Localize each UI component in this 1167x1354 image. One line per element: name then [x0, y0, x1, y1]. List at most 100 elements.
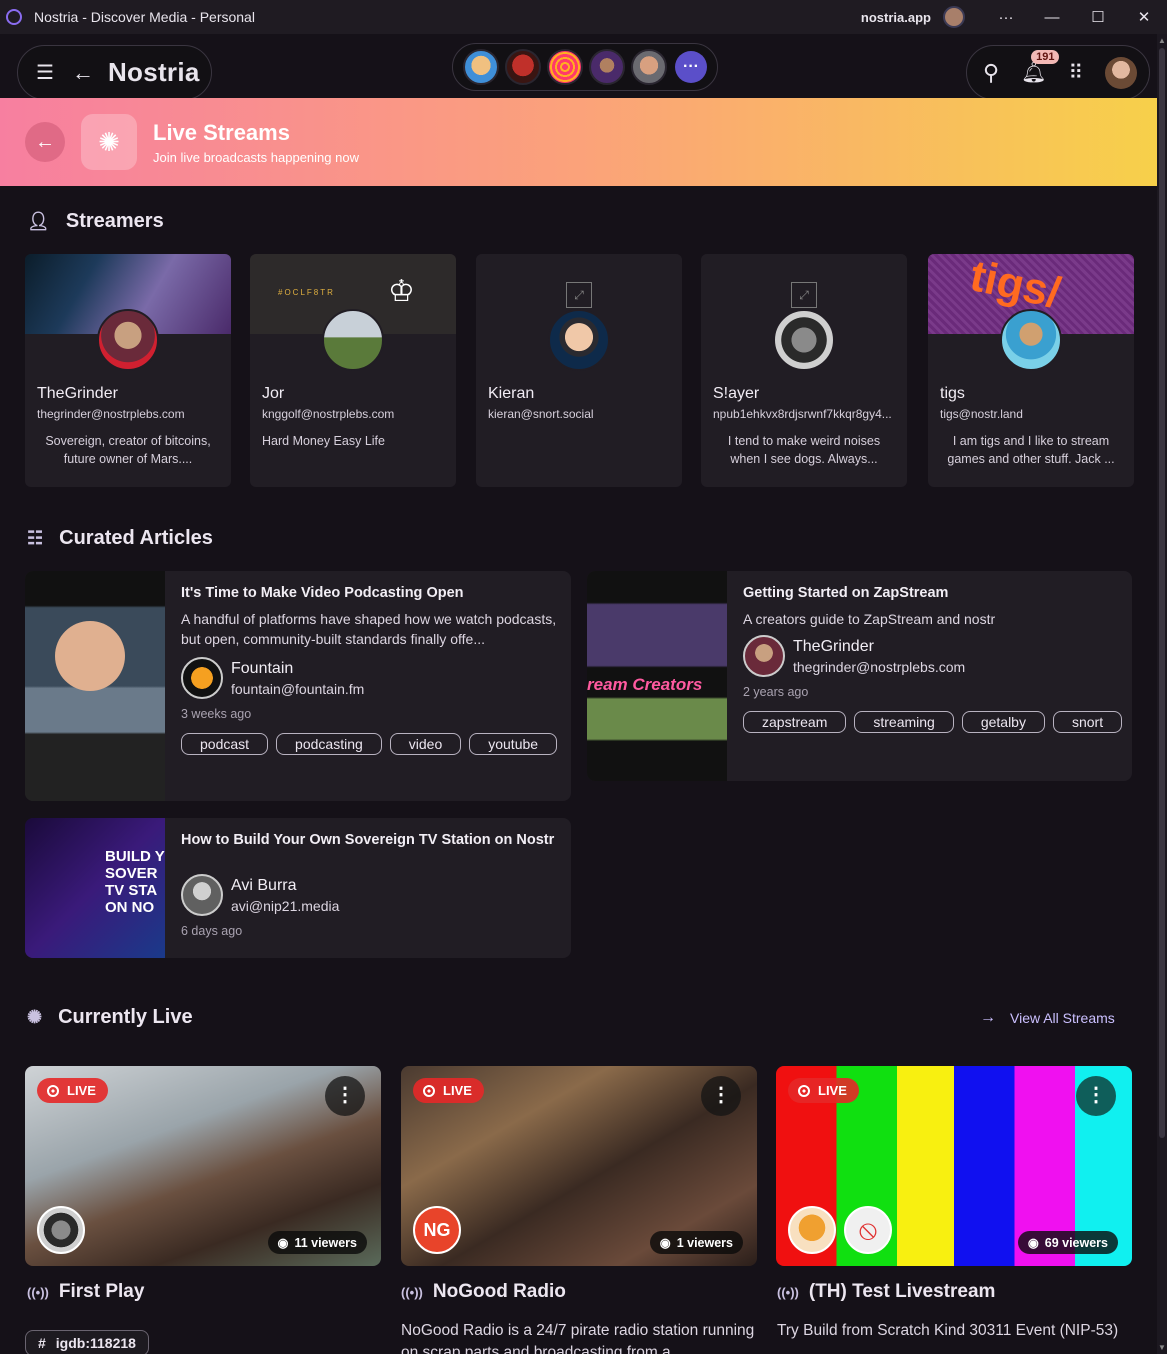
stream-title-label: First Play: [58, 1281, 145, 1302]
tag-chip[interactable]: getalby: [961, 711, 1045, 733]
favorite-user-avatar[interactable]: [547, 49, 583, 85]
streamer-card[interactable]: ⤢ Kieran kieran@snort.social: [476, 254, 682, 487]
currently-live-heading: ✺ Currently Live: [27, 1006, 193, 1029]
article-card[interactable]: It's Time to Make Video Podcasting Open …: [25, 571, 571, 801]
scroll-up-icon[interactable]: ▲: [1158, 36, 1166, 45]
viewer-count: ◉ 69 viewers: [1017, 1231, 1118, 1254]
tag-chip[interactable]: snort: [1052, 711, 1123, 733]
menu-icon[interactable]: ☰: [36, 60, 54, 85]
stream-title[interactable]: ((•)) (TH) Test Livestream: [777, 1281, 995, 1303]
streamer-avatar: [548, 309, 610, 371]
window-title: Nostria - Discover Media - Personal: [34, 9, 255, 25]
broadcast-icon: ((•)): [777, 1284, 799, 1300]
streamer-card[interactable]: ⤢ S!ayer npub1ehkvx8rdjsrwnf7kkqr8gy4...…: [701, 254, 907, 487]
live-stream-card[interactable]: LIVE ⋮ ◉ 11 viewers: [25, 1066, 381, 1266]
person-icon: 👤︎: [27, 211, 50, 231]
more-users-button[interactable]: ···: [675, 51, 707, 83]
article-title[interactable]: How to Build Your Own Sovereign TV Stati…: [181, 832, 557, 848]
host-logo-text: NG: [423, 1219, 451, 1240]
tag-chip[interactable]: video: [389, 733, 462, 755]
eye-icon: ◉: [277, 1236, 289, 1250]
live-dot-icon: [47, 1084, 59, 1097]
viewer-count-label: 11 viewers: [294, 1235, 357, 1250]
streamer-card[interactable]: TheGrinder thegrinder@nostrplebs.com Sov…: [25, 254, 231, 487]
live-badge-label: LIVE: [818, 1083, 847, 1098]
host-avatar[interactable]: NG: [413, 1206, 461, 1254]
author-name: Avi Burra: [231, 876, 297, 894]
streamer-card[interactable]: tigs/ tigs tigs@nostr.land I am tigs and…: [928, 254, 1134, 487]
view-all-streams-link[interactable]: → View All Streams: [980, 1009, 1115, 1027]
article-author[interactable]: Avi Burra avi@nip21.media: [181, 874, 557, 916]
window-titlebar: Nostria - Discover Media - Personal nost…: [0, 0, 1167, 34]
stream-title-label: (TH) Test Livestream: [808, 1281, 996, 1302]
tag-chip[interactable]: streaming: [854, 711, 954, 733]
stream-title[interactable]: ((•)) First Play: [27, 1281, 144, 1303]
author-nip05: thegrinder@nostrplebs.com: [793, 658, 966, 675]
article-title[interactable]: Getting Started on ZapStream: [743, 585, 1118, 601]
article-icon: ☷: [27, 528, 44, 548]
streamer-about: Hard Money Easy Life: [262, 434, 385, 448]
streamer-name: Jor: [262, 385, 285, 402]
crown-icon: ♔: [388, 275, 415, 308]
more-options-button[interactable]: ⋮: [325, 1076, 365, 1116]
hashtag-chip[interactable]: # igdb:118218: [25, 1330, 149, 1354]
site-domain[interactable]: nostria.app: [861, 10, 931, 25]
streamer-nip05: thegrinder@nostrplebs.com: [37, 407, 185, 421]
brand-title[interactable]: Nostria: [108, 57, 200, 88]
streamer-avatar: [1000, 309, 1062, 371]
viewer-count-label: 1 viewers: [676, 1235, 733, 1250]
more-options-icon[interactable]: ···: [983, 9, 1029, 26]
stream-title[interactable]: ((•)) NoGood Radio: [401, 1281, 566, 1303]
tag-chip[interactable]: podcasting: [276, 733, 382, 755]
article-title[interactable]: It's Time to Make Video Podcasting Open: [181, 585, 557, 601]
eye-icon: ◉: [1027, 1236, 1039, 1250]
author-nip05: avi@nip21.media: [231, 897, 340, 914]
live-dot-icon: [423, 1084, 435, 1097]
scroll-down-icon[interactable]: ▼: [1158, 1343, 1166, 1352]
live-badge-label: LIVE: [443, 1083, 472, 1098]
no-entry-icon[interactable]: ⦸: [844, 1206, 892, 1254]
search-icon[interactable]: ⚲: [983, 60, 999, 86]
broken-image-icon: ⤢: [566, 282, 592, 308]
live-stream-card[interactable]: LIVE ⋮ NG ◉ 1 viewers: [401, 1066, 757, 1266]
back-arrow-icon[interactable]: ←: [72, 60, 94, 86]
scrollbar-thumb[interactable]: [1159, 48, 1165, 1138]
article-description: A creators guide to ZapStream and nostr: [743, 611, 996, 627]
streamer-nip05: knggolf@nostrplebs.com: [262, 407, 395, 421]
banner-text: #OCLF8TR: [278, 288, 335, 297]
article-author[interactable]: Fountain fountain@fountain.fm: [181, 657, 557, 699]
apps-grid-icon[interactable]: ⠿: [1069, 60, 1084, 85]
page-scrollbar[interactable]: ▲ ▼: [1157, 34, 1167, 1354]
more-options-button[interactable]: ⋮: [1076, 1076, 1116, 1116]
viewer-count: ◉ 11 viewers: [267, 1231, 367, 1254]
maximize-button[interactable]: ☐: [1075, 8, 1121, 26]
article-card[interactable]: ream Creators Getting Started on ZapStre…: [587, 571, 1132, 781]
author-avatar: [181, 657, 223, 699]
broadcast-icon: ((•)): [27, 1284, 49, 1300]
favorite-user-avatar[interactable]: [589, 49, 625, 85]
minimize-button[interactable]: —: [1029, 9, 1075, 26]
host-avatar[interactable]: [788, 1206, 836, 1254]
article-author[interactable]: TheGrinder thegrinder@nostrplebs.com: [743, 635, 1118, 677]
notifications-bell-icon[interactable]: 🔔︎ 191: [1021, 50, 1060, 85]
host-avatar[interactable]: [37, 1206, 85, 1254]
live-stream-card[interactable]: LIVE ⋮ ⦸ ◉ 69 viewers: [776, 1066, 1132, 1266]
account-avatar[interactable]: [1105, 56, 1138, 89]
window-profile-avatar[interactable]: [943, 6, 965, 28]
favorite-user-avatar[interactable]: [631, 49, 667, 85]
live-streams-hero: ← ✺ Live Streams Join live broadcasts ha…: [0, 98, 1157, 186]
favorite-user-avatar[interactable]: [505, 49, 541, 85]
streamers-heading: 👤︎ Streamers: [27, 210, 164, 233]
live-badge: LIVE: [788, 1078, 859, 1103]
hero-back-arrow-icon[interactable]: ←: [25, 122, 65, 162]
more-options-button[interactable]: ⋮: [701, 1076, 741, 1116]
tag-chip[interactable]: youtube: [469, 733, 558, 755]
close-button[interactable]: ✕: [1121, 8, 1167, 26]
article-card[interactable]: BUILD Y SOVER TV STA ON NO How to Build …: [25, 818, 571, 958]
favorite-user-avatar[interactable]: [463, 49, 499, 85]
tag-chip[interactable]: podcast: [181, 733, 269, 755]
tag-chip[interactable]: zapstream: [743, 711, 847, 733]
author-avatar: [181, 874, 223, 916]
broken-image-icon: ⤢: [791, 282, 817, 308]
streamer-card[interactable]: #OCLF8TR ♔ Jor knggolf@nostrplebs.com Ha…: [250, 254, 456, 487]
